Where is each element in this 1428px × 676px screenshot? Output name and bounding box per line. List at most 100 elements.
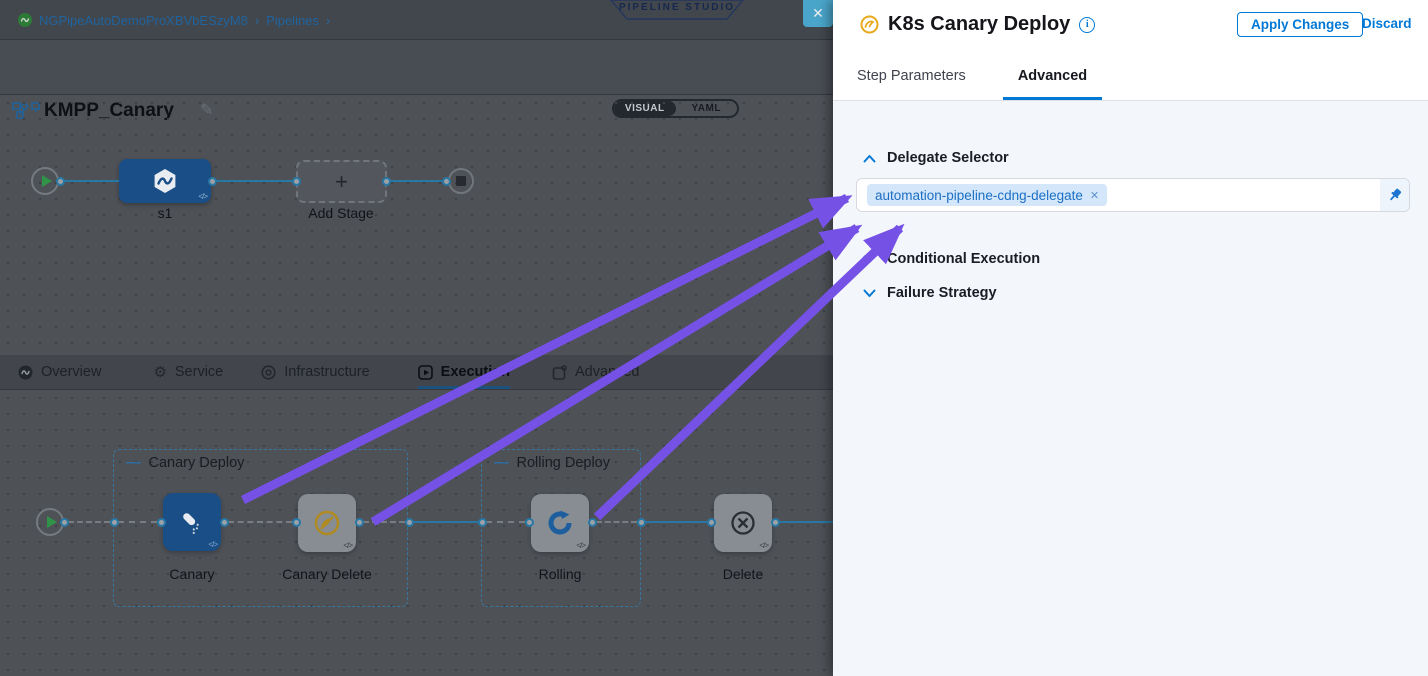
connector-port (292, 177, 301, 186)
chevron-down-icon (863, 255, 876, 264)
close-icon[interactable]: ✕ (803, 0, 833, 27)
breadcrumb-project[interactable]: NGPipeAutoDemoProXBVbESzyM8 (39, 13, 248, 28)
pin-button[interactable] (1380, 179, 1409, 211)
connector-port (60, 518, 69, 527)
chevron-up-icon (863, 154, 876, 163)
pin-icon (1387, 187, 1403, 203)
play-icon (42, 175, 52, 187)
tab-label: Advanced (575, 364, 640, 380)
canary-deploy-icon (177, 507, 207, 537)
step-label: Canary (169, 566, 214, 582)
k8s-canary-icon (860, 15, 879, 34)
step-label: Delete (723, 566, 763, 582)
connector-port (355, 518, 364, 527)
tab-service[interactable]: ⚙ Service (153, 355, 223, 389)
connector-line (118, 521, 157, 523)
tab-infrastructure[interactable]: Infrastructure (261, 355, 369, 389)
breadcrumb-pipelines[interactable]: Pipelines (266, 13, 319, 28)
play-icon (47, 516, 57, 528)
info-icon[interactable]: i (1079, 17, 1095, 33)
tab-label: Overview (41, 364, 101, 380)
group-title: Canary Deploy (149, 455, 245, 471)
connector-port (525, 518, 534, 527)
stage-tab-bar: Overview ⚙ Service Infrastructure Execut… (0, 355, 833, 390)
breadcrumb-separator: › (326, 13, 330, 28)
connector-line (779, 521, 833, 523)
gear-icon: ⚙ (153, 363, 166, 381)
connector-line (596, 521, 637, 523)
code-marker: </> (208, 540, 217, 549)
connector-line (390, 180, 446, 182)
connector-port (110, 518, 119, 527)
code-marker: </> (198, 192, 207, 201)
connector-port (405, 518, 414, 527)
stop-icon (456, 176, 466, 186)
step-node-canary[interactable]: </> (163, 493, 221, 551)
chevron-down-icon (863, 289, 876, 298)
section-delegate-selector[interactable]: Delegate Selector (863, 150, 1009, 166)
add-stage-label: Add Stage (308, 205, 373, 221)
chip-label: automation-pipeline-cdng-delegate (875, 188, 1083, 203)
execution-canvas: — Canary Deploy — Rolling Deploy </> Can… (0, 390, 833, 676)
tab-advanced-drawer[interactable]: Advanced (1003, 52, 1102, 100)
drawer-header: K8s Canary Deploy i Apply Changes Discar… (833, 0, 1428, 52)
discard-button[interactable]: Discard (1362, 16, 1412, 31)
tab-label: Infrastructure (284, 364, 369, 380)
pipeline-title-row: KMPP_Canary ✎ VISUAL YAML (0, 40, 833, 95)
connector-port (220, 518, 229, 527)
stage-node-s1[interactable]: </> (119, 159, 211, 203)
apply-changes-button[interactable]: Apply Changes (1237, 12, 1363, 37)
stage-canvas: </> s1 + Add Stage (0, 95, 833, 355)
connector-line (68, 521, 110, 523)
pipeline-studio-panel: NGPipeAutoDemoProXBVbESzyM8 › Pipelines … (0, 0, 833, 676)
section-failure-strategy[interactable]: Failure Strategy (863, 285, 997, 301)
tab-label: Execution (441, 364, 510, 380)
ribbon-label: PIPELINE STUDIO (610, 2, 744, 13)
delegate-selector-input[interactable]: automation-pipeline-cdng-delegate ✕ (856, 178, 1410, 212)
section-conditional-execution[interactable]: Conditional Execution (863, 251, 1040, 267)
infrastructure-icon (261, 365, 276, 380)
connector-line (215, 180, 296, 182)
advanced-icon (552, 365, 567, 380)
connector-line (228, 521, 292, 523)
step-node-rolling[interactable]: </> (531, 494, 589, 552)
code-marker: </> (343, 541, 352, 550)
step-label: Canary Delete (282, 566, 372, 582)
section-label: Failure Strategy (887, 285, 997, 301)
add-stage-button[interactable]: + (296, 160, 387, 203)
harness-stage-icon (152, 168, 178, 194)
connector-line (59, 180, 119, 182)
step-node-delete[interactable]: </> (714, 494, 772, 552)
pipeline-end-node (448, 168, 474, 194)
tab-step-parameters[interactable]: Step Parameters (857, 52, 966, 100)
tab-advanced[interactable]: Advanced (552, 355, 640, 389)
collapse-group-icon[interactable]: — (494, 455, 509, 471)
rolling-deploy-icon (544, 507, 576, 539)
tab-execution[interactable]: Execution (418, 355, 510, 389)
step-node-canary-delete[interactable]: </> (298, 494, 356, 552)
connector-line (413, 521, 478, 523)
connector-line (645, 521, 707, 523)
breadcrumb-separator: › (255, 13, 259, 28)
collapse-group-icon[interactable]: — (126, 455, 141, 471)
connector-port (442, 177, 451, 186)
delegate-chip[interactable]: automation-pipeline-cdng-delegate ✕ (867, 184, 1107, 206)
project-icon (18, 13, 32, 27)
tab-label: Service (175, 364, 223, 380)
chip-remove-icon[interactable]: ✕ (1090, 189, 1099, 202)
top-header: NGPipeAutoDemoProXBVbESzyM8 › Pipelines … (0, 0, 833, 40)
connector-port (157, 518, 166, 527)
group-title: Rolling Deploy (517, 455, 611, 471)
connector-line (486, 521, 525, 523)
connector-port (382, 177, 391, 186)
connector-port (208, 177, 217, 186)
pipeline-studio-ribbon: PIPELINE STUDIO (610, 0, 744, 20)
drawer-content: Delegate Selector automation-pipeline-cd… (833, 101, 1428, 676)
pipeline-start-node (31, 167, 59, 195)
code-marker: </> (576, 541, 585, 550)
section-label: Delegate Selector (887, 150, 1009, 166)
overview-icon (18, 365, 33, 380)
plus-icon: + (335, 169, 348, 195)
tab-overview[interactable]: Overview (18, 355, 101, 389)
connector-port (588, 518, 597, 527)
